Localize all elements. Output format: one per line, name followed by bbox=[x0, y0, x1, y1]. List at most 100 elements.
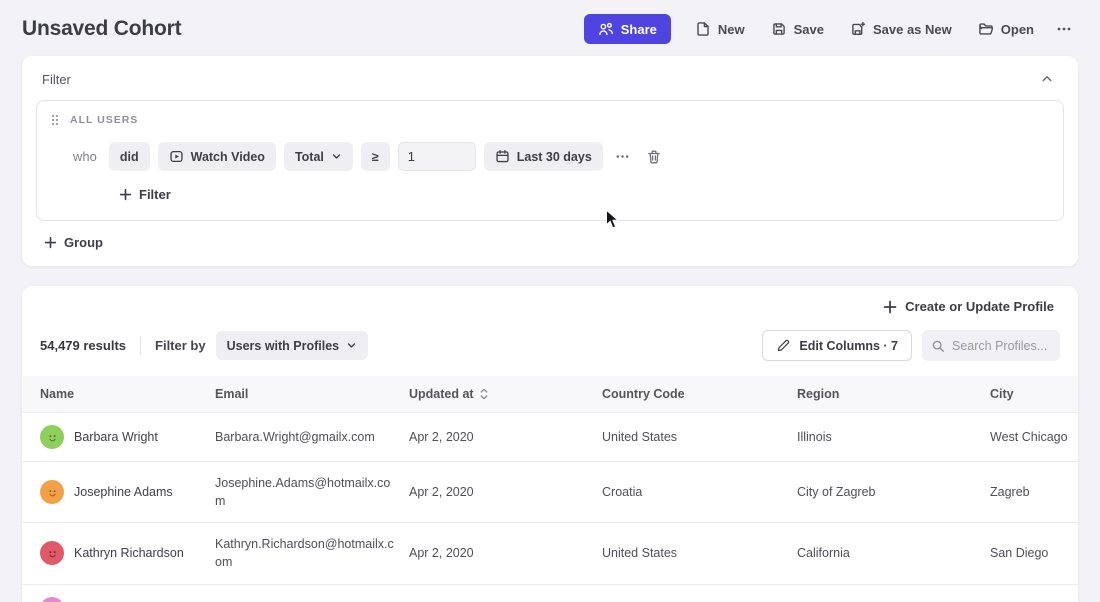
profile-updated-at: Apr 2, 2020 bbox=[409, 413, 602, 462]
who-label: who bbox=[73, 149, 97, 164]
share-label: Share bbox=[621, 22, 657, 37]
share-people-icon bbox=[598, 21, 614, 37]
profile-city: San Diego bbox=[990, 523, 1078, 584]
search-profiles-box bbox=[922, 330, 1060, 361]
filter-panel-header: Filter bbox=[36, 56, 1064, 100]
cohort-group: ALL USERS who did Watch Video Total ≥ bbox=[36, 100, 1064, 221]
operator-label: ≥ bbox=[372, 150, 379, 164]
chevron-down-icon bbox=[331, 151, 342, 162]
avatar bbox=[40, 480, 64, 504]
add-filter-label: Filter bbox=[139, 187, 171, 202]
calendar-icon bbox=[495, 149, 510, 164]
profile-name: Barbara Wright bbox=[74, 430, 158, 444]
create-profile-label: Create or Update Profile bbox=[905, 299, 1054, 314]
collapse-filter-button[interactable] bbox=[1036, 68, 1058, 90]
avatar bbox=[40, 425, 64, 449]
column-header-name[interactable]: Name bbox=[22, 376, 215, 413]
drag-handle-icon[interactable] bbox=[49, 113, 61, 127]
more-options-button[interactable] bbox=[1050, 14, 1078, 44]
profile-updated-at: Apr 2, 2020 bbox=[409, 523, 602, 584]
table-row[interactable]: Emily Duncan Emily.Duncan@hotmailx.com A… bbox=[22, 584, 1078, 602]
plus-icon bbox=[883, 300, 897, 314]
profile-region: – bbox=[797, 584, 990, 602]
sort-icon bbox=[479, 388, 489, 400]
filter-by-label: Filter by bbox=[155, 338, 206, 353]
table-row[interactable]: Josephine Adams Josephine.Adams@hotmailx… bbox=[22, 462, 1078, 523]
column-header-email[interactable]: Email bbox=[215, 376, 409, 413]
profiles-filter-dropdown[interactable]: Users with Profiles bbox=[216, 331, 369, 360]
profile-email: Barbara.Wright@gmailx.com bbox=[215, 413, 409, 462]
chevron-up-icon bbox=[1040, 72, 1054, 86]
open-label: Open bbox=[1001, 22, 1034, 37]
avatar bbox=[40, 541, 64, 565]
threshold-value-input[interactable] bbox=[398, 142, 476, 171]
aggregation-label: Total bbox=[295, 150, 324, 164]
profile-region: City of Zagreb bbox=[797, 462, 990, 523]
new-document-icon bbox=[695, 21, 711, 37]
column-header-updated-at[interactable]: Updated at bbox=[409, 376, 602, 413]
profile-name: Kathryn Richardson bbox=[74, 546, 184, 560]
new-label: New bbox=[718, 22, 745, 37]
profile-region: California bbox=[797, 523, 990, 584]
create-profile-button[interactable]: Create or Update Profile bbox=[883, 299, 1054, 314]
save-button[interactable]: Save bbox=[761, 14, 834, 44]
ellipsis-icon bbox=[615, 149, 630, 164]
aggregation-selector[interactable]: Total bbox=[284, 142, 353, 171]
profiles-table: Name Email Updated at Country Code Regio… bbox=[22, 376, 1078, 602]
results-panel: Create or Update Profile 54,479 results … bbox=[22, 286, 1078, 602]
criteria-more-button[interactable] bbox=[611, 145, 634, 168]
filter-panel: Filter ALL USERS who did Watch Video bbox=[22, 56, 1078, 266]
save-icon bbox=[771, 21, 787, 37]
profile-email: Emily.Duncan@hotmailx.com bbox=[215, 584, 409, 602]
profile-email: Josephine.Adams@hotmailx.com bbox=[215, 462, 409, 523]
profile-country: United States bbox=[602, 413, 797, 462]
column-header-region[interactable]: Region bbox=[797, 376, 990, 413]
plus-icon bbox=[44, 236, 57, 249]
edit-columns-label: Edit Columns · 7 bbox=[799, 339, 898, 353]
profile-country: United States bbox=[602, 523, 797, 584]
profile-country: United States bbox=[602, 584, 797, 602]
pencil-icon bbox=[776, 338, 791, 353]
column-header-city[interactable]: City bbox=[990, 376, 1078, 413]
add-filter-button[interactable]: Filter bbox=[119, 187, 171, 202]
save-as-new-button[interactable]: Save as New bbox=[840, 14, 962, 44]
event-label: Watch Video bbox=[191, 150, 265, 164]
results-bar: 54,479 results Filter by Users with Prof… bbox=[22, 323, 1078, 376]
event-selector[interactable]: Watch Video bbox=[158, 142, 276, 171]
plus-icon bbox=[119, 188, 132, 201]
filter-panel-title: Filter bbox=[42, 72, 71, 87]
face-icon bbox=[44, 429, 61, 446]
face-icon bbox=[44, 484, 61, 501]
search-profiles-input[interactable] bbox=[952, 339, 1051, 353]
cohort-group-header: ALL USERS bbox=[49, 113, 1051, 127]
share-button[interactable]: Share bbox=[584, 14, 671, 44]
table-row[interactable]: Kathryn Richardson Kathryn.Richardson@ho… bbox=[22, 523, 1078, 584]
table-header-row: Name Email Updated at Country Code Regio… bbox=[22, 376, 1078, 413]
operator-selector[interactable]: ≥ bbox=[361, 142, 390, 171]
delete-criteria-button[interactable] bbox=[642, 145, 666, 169]
face-icon bbox=[44, 545, 61, 562]
profile-country: Croatia bbox=[602, 462, 797, 523]
profile-email: Kathryn.Richardson@hotmailx.com bbox=[215, 523, 409, 584]
results-top-row: Create or Update Profile bbox=[22, 286, 1078, 323]
profile-updated-at: Apr 2, 2020 bbox=[409, 462, 602, 523]
video-icon bbox=[169, 149, 184, 164]
avatar bbox=[40, 597, 64, 602]
profile-name: Josephine Adams bbox=[74, 485, 173, 499]
page-title: Unsaved Cohort bbox=[22, 17, 181, 41]
group-name-label: ALL USERS bbox=[70, 114, 138, 126]
save-as-new-icon bbox=[850, 21, 866, 37]
profile-city: – bbox=[990, 584, 1078, 602]
did-selector[interactable]: did bbox=[109, 142, 150, 171]
table-row[interactable]: Barbara Wright Barbara.Wright@gmailx.com… bbox=[22, 413, 1078, 462]
save-label: Save bbox=[794, 22, 824, 37]
new-button[interactable]: New bbox=[685, 14, 755, 44]
profile-city: West Chicago bbox=[990, 413, 1078, 462]
add-group-button[interactable]: Group bbox=[44, 235, 103, 250]
did-label: did bbox=[120, 150, 139, 164]
open-button[interactable]: Open bbox=[968, 14, 1044, 44]
column-header-country-code[interactable]: Country Code bbox=[602, 376, 797, 413]
ellipsis-icon bbox=[1056, 21, 1072, 37]
edit-columns-button[interactable]: Edit Columns · 7 bbox=[762, 330, 912, 361]
date-range-selector[interactable]: Last 30 days bbox=[484, 142, 603, 171]
